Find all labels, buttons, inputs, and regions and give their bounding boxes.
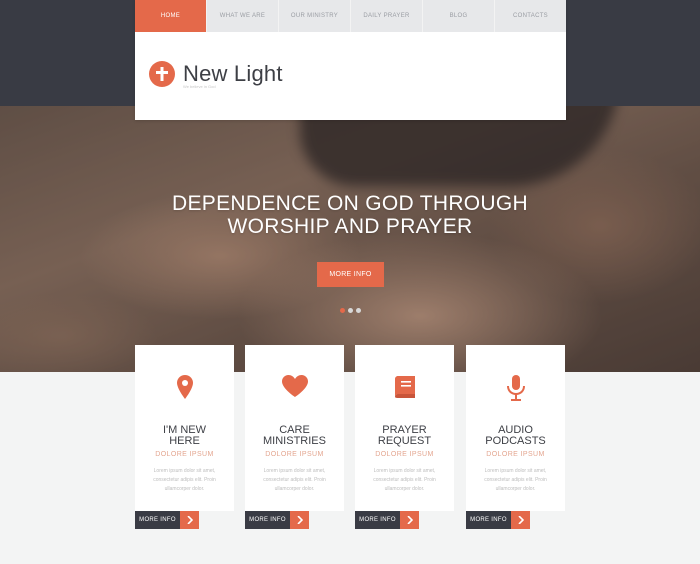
card-title-line: PODCASTS	[485, 435, 546, 447]
card-title-line: MINISTRIES	[263, 435, 326, 447]
card-title: AUDIO PODCASTS	[466, 425, 565, 447]
slider-dot[interactable]	[348, 308, 353, 313]
more-info-label: MORE INFO	[135, 511, 180, 529]
card-subtitle: DOLORE IPSUM	[486, 451, 545, 458]
chevron-right-icon	[511, 511, 530, 529]
card-more-info-button[interactable]: MORE INFO	[245, 511, 309, 529]
logo-tagline: We believe in God	[183, 84, 216, 89]
hero-more-info-button[interactable]: MORE INFO	[317, 262, 384, 287]
chevron-right-icon	[290, 511, 309, 529]
hero-title-line-1: DEPENDENCE ON GOD THROUGH	[172, 192, 528, 215]
feature-card-care-ministries: CARE MINISTRIES DOLORE IPSUM Lorem ipsum…	[245, 345, 344, 511]
nav-item-our-ministry[interactable]: Our Ministry	[279, 0, 351, 32]
card-subtitle: DOLORE IPSUM	[375, 451, 434, 458]
card-title-line: REQUEST	[377, 435, 432, 447]
cross-icon	[149, 61, 175, 87]
feature-card-prayer-request: PRAYER REQUEST DOLORE IPSUM Lorem ipsum …	[355, 345, 454, 511]
slider-dot[interactable]	[340, 308, 345, 313]
more-info-label: MORE INFO	[355, 511, 400, 529]
hero-banner	[0, 106, 700, 372]
card-text: Lorem ipsum dolor sit amet, consectetur …	[484, 468, 547, 492]
card-more-info-button[interactable]: MORE INFO	[355, 511, 419, 529]
card-text: Lorem ipsum dolor sit amet, consectetur …	[263, 468, 326, 492]
nav-item-contacts[interactable]: Contacts	[495, 0, 566, 32]
microphone-icon	[466, 375, 565, 401]
feature-card-new-here: I'M NEW HERE DOLORE IPSUM Lorem ipsum do…	[135, 345, 234, 511]
hero-overlay	[0, 106, 700, 372]
card-title: I'M NEW HERE	[135, 425, 234, 447]
feature-card-audio-podcasts: AUDIO PODCASTS DOLORE IPSUM Lorem ipsum …	[466, 345, 565, 511]
card-more-info-button[interactable]: MORE INFO	[466, 511, 530, 529]
chevron-right-icon	[400, 511, 419, 529]
nav-item-daily-prayer[interactable]: Daily Prayer	[351, 0, 423, 32]
card-title: PRAYER REQUEST	[355, 425, 454, 447]
site-header: Home What we are Our Ministry Daily Pray…	[135, 0, 566, 120]
more-info-label: MORE INFO	[245, 511, 290, 529]
main-nav: Home What we are Our Ministry Daily Pray…	[135, 0, 566, 32]
nav-item-home[interactable]: Home	[135, 0, 207, 32]
map-pin-icon	[135, 375, 234, 401]
nav-item-what-we-are[interactable]: What we are	[207, 0, 279, 32]
hero-title-line-2: WORSHIP AND PRAYER	[227, 215, 473, 238]
card-text: Lorem ipsum dolor sit amet, consectetur …	[373, 468, 436, 492]
card-title: CARE MINISTRIES	[245, 425, 344, 447]
hero-title: DEPENDENCE ON GOD THROUGH WORSHIP AND PR…	[100, 192, 600, 238]
nav-item-blog[interactable]: Blog	[423, 0, 495, 32]
card-more-info-button[interactable]: MORE INFO	[135, 511, 199, 529]
card-subtitle: DOLORE IPSUM	[265, 451, 324, 458]
slider-dot[interactable]	[356, 308, 361, 313]
card-subtitle: DOLORE IPSUM	[155, 451, 214, 458]
card-title-line: HERE	[169, 435, 200, 447]
book-icon	[355, 375, 454, 401]
card-text: Lorem ipsum dolor sit amet, consectetur …	[153, 468, 216, 492]
more-info-label: MORE INFO	[466, 511, 511, 529]
site-logo[interactable]: New Light	[149, 61, 283, 87]
chevron-right-icon	[180, 511, 199, 529]
slider-dots	[340, 308, 361, 313]
heart-icon	[245, 375, 344, 401]
